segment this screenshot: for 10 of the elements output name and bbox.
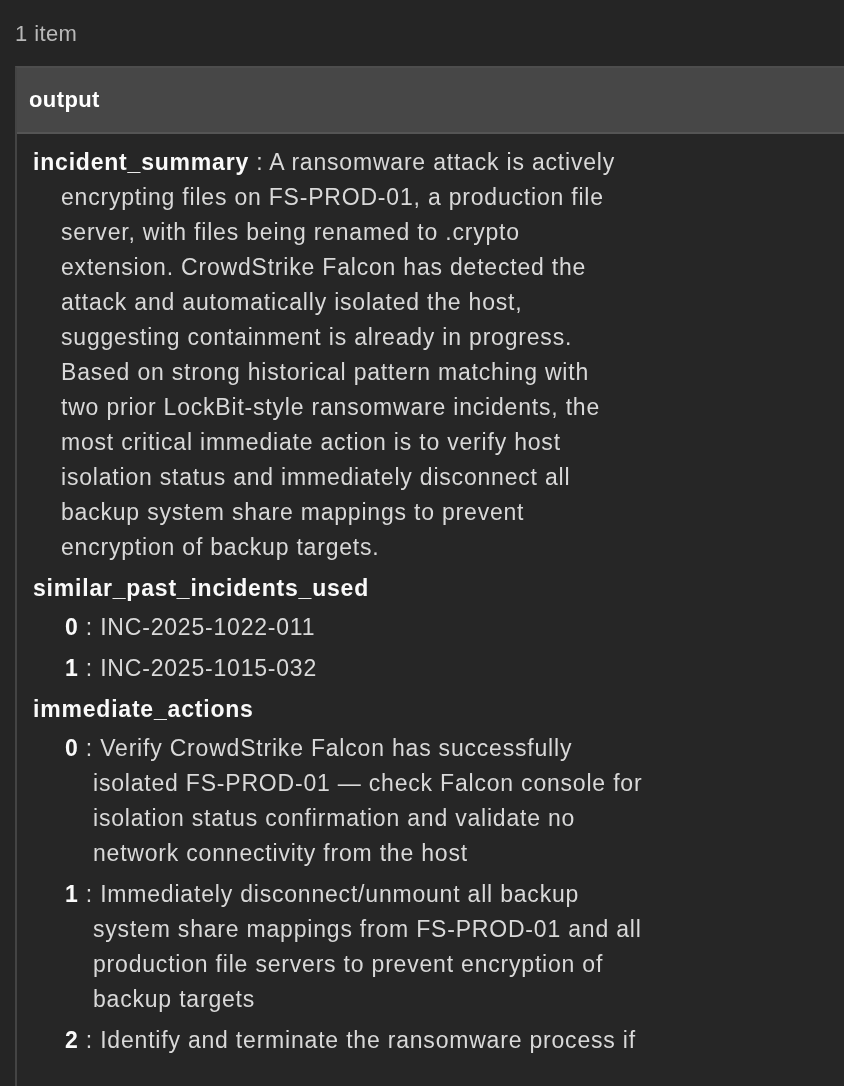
section-heading: similar_past_incidents_used: [33, 574, 370, 603]
list-entry-text: 0 : INC-2025-1022-011: [65, 613, 317, 642]
list-entry-text: 2 : Identify and terminate the ransomware process if: [65, 1026, 637, 1055]
list-entry-text: 0 : Verify CrowdStrike Falcon has successfully isolated FS-PROD-01 — check Falcon console for isolation status confirmation and validate no network connectivity from the host: [65, 734, 644, 868]
section-heading: immediate_actions: [33, 695, 254, 724]
key-value-text: incident_summary : A ransomware attack is actively encrypting files on FS-PROD-01, a production file server, with files being renamed to .crypto extension. CrowdStrike Falcon has detected the attack and automatically isolated the host, suggesting containment is already in progress. Based on strong historical pattern matching with two prior LockBit-style ransomware incidents, the most critical immediate action is to verify host isolation status and immediately disconnect all backup system share mappings to prevent encryption of backup targets.: [33, 148, 616, 562]
item-count: 1 item: [14, 20, 79, 48]
list-entry-text: 1 : Immediately disconnect/unmount all backup system share mappings from FS-PROD-01 and all production file servers to prevent encryption of backup targets: [65, 880, 643, 1014]
column-header: output: [17, 68, 844, 134]
list-entry-text: 1 : INC-2025-1015-032: [65, 654, 319, 683]
